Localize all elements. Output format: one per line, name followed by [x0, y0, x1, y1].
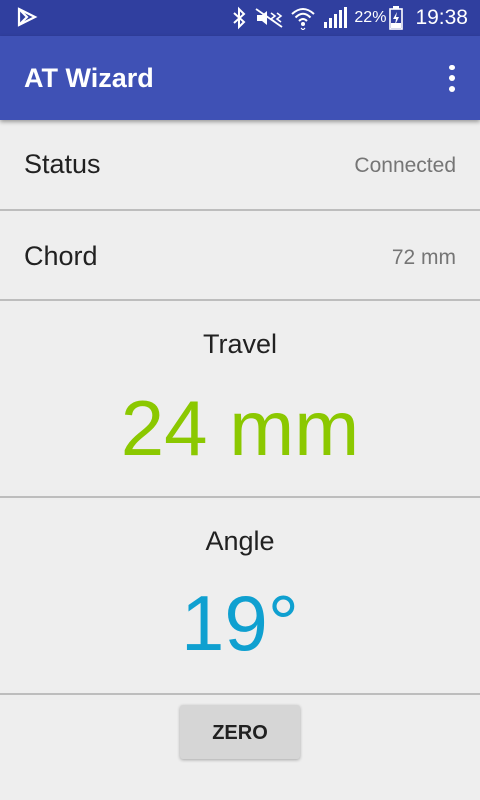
screen: 22% 19:38 AT Wizard Status Connected Cho…: [0, 0, 480, 800]
signal-icon: [322, 7, 348, 29]
app-toolbar: AT Wizard: [0, 36, 480, 120]
travel-panel: Travel 24 mm: [0, 301, 480, 498]
wifi-icon: [290, 6, 316, 30]
chord-label: Chord: [24, 241, 98, 271]
app-title: AT Wizard: [24, 63, 154, 93]
travel-heading: Travel: [202, 329, 277, 359]
status-value: Connected: [354, 154, 456, 177]
travel-value: 24 mm: [120, 384, 360, 472]
bluetooth-icon: [230, 6, 248, 30]
status-icons: 22% 19:38: [230, 0, 480, 36]
chord-value: 72 mm: [391, 246, 456, 269]
zero-button[interactable]: ZERO: [180, 705, 300, 759]
chord-row: Chord 72 mm: [0, 211, 480, 301]
angle-value: 19°: [181, 579, 299, 667]
app-notification-icon: [16, 6, 38, 28]
clock: 19:38: [415, 6, 468, 29]
battery-charging-icon: [389, 6, 404, 30]
battery-percent: 22%: [354, 9, 387, 26]
more-vert-icon[interactable]: [440, 62, 464, 94]
status-label: Status: [24, 149, 101, 179]
status-row: Status Connected: [0, 120, 480, 211]
status-bar: 22% 19:38: [0, 0, 480, 36]
angle-heading: Angle: [205, 526, 275, 556]
angle-panel: Angle 19°: [0, 498, 480, 695]
mute-vibrate-icon: [254, 7, 284, 29]
